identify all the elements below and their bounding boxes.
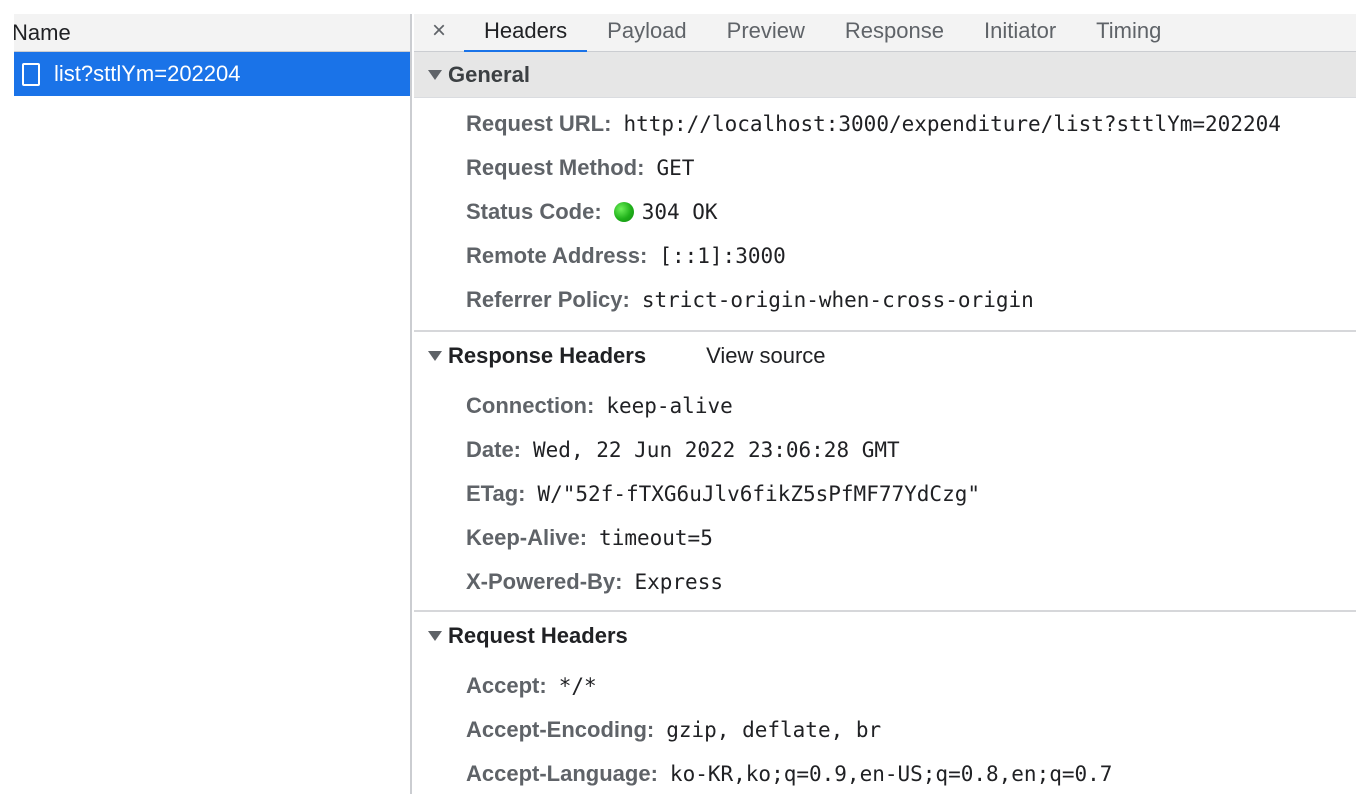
general-row-remote-address: Remote Address: [::1]:3000 <box>414 234 1356 278</box>
collapse-triangle-icon <box>428 631 442 641</box>
header-value: [::1]:3000 <box>659 244 786 268</box>
header-key: Request URL: <box>466 111 612 136</box>
header-value: Express <box>634 570 723 594</box>
request-headers-section-header[interactable]: Request Headers <box>414 612 1356 660</box>
header-value: keep-alive <box>606 394 733 418</box>
response-header-row: Connection: keep-alive <box>414 384 1356 428</box>
general-row-referrer-policy: Referrer Policy: strict-origin-when-cros… <box>414 278 1356 322</box>
tab-response[interactable]: Response <box>825 14 964 51</box>
request-headers-rows: Accept: */* Accept-Encoding: gzip, defla… <box>414 660 1356 794</box>
tab-payload[interactable]: Payload <box>587 14 707 51</box>
name-column-label: Name <box>14 19 71 45</box>
request-header-row: Accept-Encoding: gzip, deflate, br <box>414 708 1356 752</box>
name-column-header[interactable]: Name <box>14 14 410 52</box>
tab-initiator[interactable]: Initiator <box>964 14 1076 51</box>
general-row-request-method: Request Method: GET <box>414 146 1356 190</box>
general-row-request-url: Request URL: http://localhost:3000/expen… <box>414 102 1356 146</box>
header-key: Connection: <box>466 393 595 418</box>
status-dot-icon <box>613 202 634 222</box>
header-key: X-Powered-By: <box>466 569 623 594</box>
general-title: General <box>448 61 530 87</box>
request-list-pane: Name list?sttlYm=202204 <box>14 14 412 794</box>
header-key: Date: <box>466 437 522 462</box>
header-value: http://localhost:3000/expenditure/list?s… <box>623 112 1281 136</box>
request-name: list?sttlYm=202204 <box>54 61 241 86</box>
general-row-status-code: Status Code: 304 OK <box>414 190 1356 234</box>
response-header-row: Keep-Alive: timeout=5 <box>414 516 1356 560</box>
response-headers-section-header[interactable]: Response Headers View source <box>414 332 1356 380</box>
tab-headers[interactable]: Headers <box>464 14 588 52</box>
header-key: Remote Address: <box>466 243 648 268</box>
header-value: ko-KR,ko;q=0.9,en-US;q=0.8,en;q=0.7 <box>669 762 1113 786</box>
header-key: ETag: <box>466 481 526 506</box>
header-key: Request Method: <box>466 155 645 180</box>
header-value: timeout=5 <box>599 526 713 550</box>
header-key: Referrer Policy: <box>466 287 630 312</box>
header-value: W/"52f-fTXG6uJlv6fikZ5sPfMF77YdCzg" <box>537 482 980 506</box>
request-headers-title: Request Headers <box>448 623 628 648</box>
response-headers-rows: Connection: keep-alive Date: Wed, 22 Jun… <box>414 380 1356 610</box>
header-value: Wed, 22 Jun 2022 23:06:28 GMT <box>533 438 900 462</box>
general-rows: Request URL: http://localhost:3000/expen… <box>414 98 1356 330</box>
header-value: GET <box>656 156 695 180</box>
devtools-network-panel: Name list?sttlYm=202204 × Headers Payloa… <box>14 14 1356 794</box>
request-header-row: Accept: */* <box>414 664 1356 708</box>
header-value: gzip, deflate, br <box>666 718 882 742</box>
header-key: Accept-Language: <box>466 761 658 786</box>
response-headers-title: Response Headers <box>448 343 647 368</box>
close-icon[interactable]: × <box>414 14 464 51</box>
general-section-header[interactable]: General <box>414 52 1356 98</box>
tab-preview[interactable]: Preview <box>707 14 825 51</box>
request-header-row: Accept-Language: ko-KR,ko;q=0.9,en-US;q=… <box>414 752 1356 794</box>
header-key: Status Code: <box>466 199 602 224</box>
view-source-link[interactable]: View source <box>706 343 825 369</box>
tab-timing[interactable]: Timing <box>1076 14 1181 51</box>
details-tab-bar: × Headers Payload Preview Response Initi… <box>414 14 1356 52</box>
response-header-row: X-Powered-By: Express <box>414 560 1356 604</box>
response-header-row: ETag: W/"52f-fTXG6uJlv6fikZ5sPfMF77YdCzg… <box>414 472 1356 516</box>
collapse-triangle-icon <box>428 69 442 80</box>
request-row-selected[interactable]: list?sttlYm=202204 <box>14 52 410 96</box>
header-key: Accept: <box>466 673 547 698</box>
header-key: Keep-Alive: <box>466 525 588 550</box>
document-icon <box>22 62 40 86</box>
response-header-row: Date: Wed, 22 Jun 2022 23:06:28 GMT <box>414 428 1356 472</box>
header-value: strict-origin-when-cross-origin <box>641 288 1034 312</box>
request-details-pane: × Headers Payload Preview Response Initi… <box>414 14 1356 794</box>
header-key: Accept-Encoding: <box>466 717 655 742</box>
header-value: 304 OK <box>641 200 718 224</box>
header-value: */* <box>558 674 597 698</box>
collapse-triangle-icon <box>428 351 442 361</box>
